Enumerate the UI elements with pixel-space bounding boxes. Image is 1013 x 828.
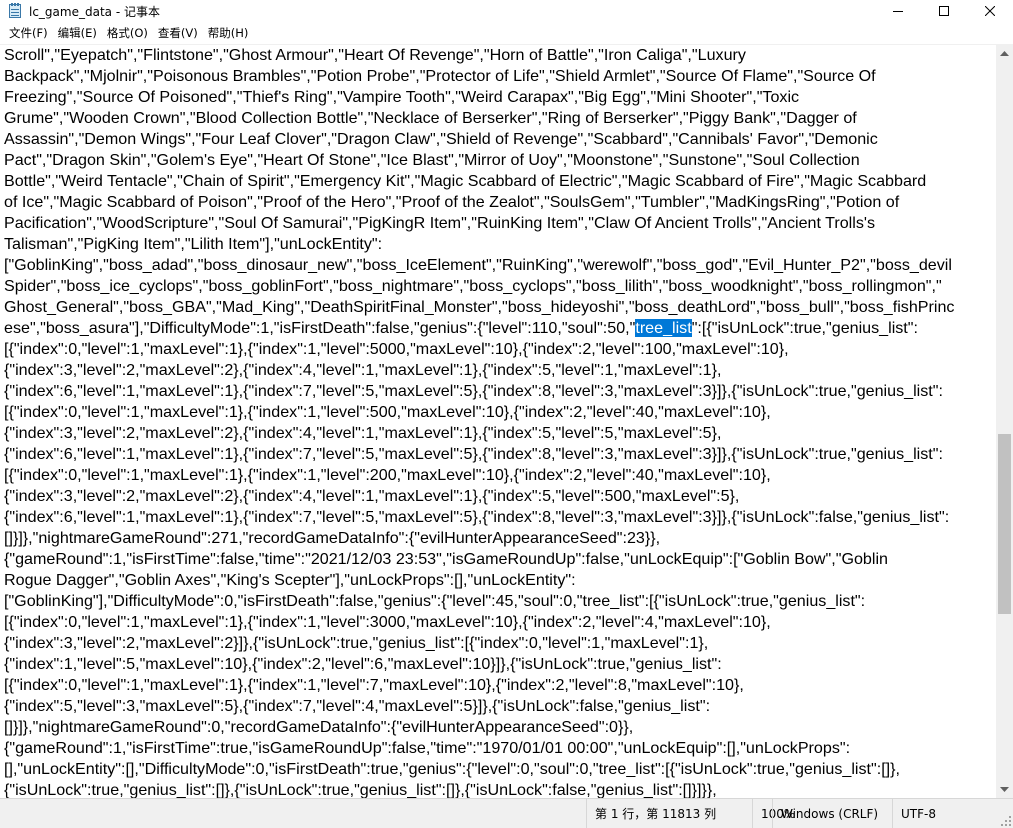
vertical-scrollbar[interactable]: [996, 45, 1013, 798]
scroll-down-icon: [1000, 786, 1009, 792]
text-line[interactable]: Assassin","Demon Wings","Four Leaf Clove…: [4, 129, 994, 150]
text-line[interactable]: [{"index":0,"level":1,"maxLevel":1},{"in…: [4, 675, 994, 696]
text-line[interactable]: Spider","boss_ice_cyclops","boss_goblinF…: [4, 276, 994, 297]
text-line[interactable]: Bottle","Weird Tentacle","Chain of Spiri…: [4, 171, 994, 192]
minimize-icon: [893, 11, 903, 12]
text-line[interactable]: [{"index":0,"level":1,"maxLevel":1},{"in…: [4, 402, 994, 423]
text-line[interactable]: {"index":3,"level":2,"maxLevel":2},{"ind…: [4, 486, 994, 507]
editor-text[interactable]: Scroll","Eyepatch","Flintstone","Ghost A…: [4, 45, 994, 798]
text-line[interactable]: ["GoblinKing","boss_adad","boss_dinosaur…: [4, 255, 994, 276]
menu-help[interactable]: 帮助(H): [203, 23, 254, 43]
text-line[interactable]: {"index":1,"level":5,"maxLevel":10},{"in…: [4, 654, 994, 675]
text-line[interactable]: {"index":3,"level":2,"maxLevel":2},{"ind…: [4, 360, 994, 381]
text-line[interactable]: Talisman","PigKing Item","Lilith Item"],…: [4, 234, 994, 255]
text-line[interactable]: [],"unLockEntity":[],"DifficultyMode":0,…: [4, 759, 994, 780]
status-bar: 第 1 行，第 11813 列 100% Windows (CRLF) UTF-…: [0, 798, 1013, 828]
text-line[interactable]: Pacification","WoodScripture","Soul Of S…: [4, 213, 994, 234]
text-line[interactable]: Freezing","Source Of Poisoned","Thief's …: [4, 87, 994, 108]
line-ending: Windows (CRLF): [772, 799, 892, 828]
text-line[interactable]: [{"index":0,"level":1,"maxLevel":1},{"in…: [4, 465, 994, 486]
title-bar[interactable]: lc_game_data - 记事本: [0, 0, 1013, 22]
text-line[interactable]: Ghost_General","boss_GBA","Mad_King","De…: [4, 297, 994, 318]
maximize-button[interactable]: [921, 0, 967, 22]
cursor-position: 第 1 行，第 11813 列: [586, 799, 752, 828]
text-line[interactable]: Grume","Wooden Crown","Blood Collection …: [4, 108, 994, 129]
maximize-icon: [939, 6, 949, 16]
menu-view[interactable]: 查看(V): [153, 23, 203, 43]
resize-grip-icon[interactable]: [999, 814, 1011, 826]
scroll-up-icon: [1000, 50, 1009, 56]
text-line[interactable]: Scroll","Eyepatch","Flintstone","Ghost A…: [4, 45, 994, 66]
text-line[interactable]: {"isUnLock":true,"genius_list":[]},{"isU…: [4, 780, 994, 798]
text-line[interactable]: [{"index":0,"level":1,"maxLevel":1},{"in…: [4, 612, 994, 633]
scroll-down-button[interactable]: [996, 781, 1013, 798]
text-line[interactable]: Rogue Dagger","Goblin Axes","King's Scep…: [4, 570, 994, 591]
text-line[interactable]: {"gameRound":1,"isFirstTime":false,"time…: [4, 549, 994, 570]
text-line[interactable]: []}]},"nightmareGameRound":271,"recordGa…: [4, 528, 994, 549]
window-title: lc_game_data - 记事本: [29, 4, 160, 19]
menu-file[interactable]: 文件(F): [4, 23, 53, 43]
text-line[interactable]: ese","boss_asura"],"DifficultyMode":1,"i…: [4, 318, 994, 339]
text-line[interactable]: []}]},"nightmareGameRound":0,"recordGame…: [4, 717, 994, 738]
scroll-up-button[interactable]: [996, 45, 1013, 62]
encoding: UTF-8: [892, 799, 996, 828]
close-button[interactable]: [967, 0, 1013, 22]
text-line[interactable]: [{"index":0,"level":1,"maxLevel":1},{"in…: [4, 339, 994, 360]
selected-text[interactable]: tree_list: [635, 319, 692, 337]
menu-format[interactable]: 格式(O): [102, 23, 153, 43]
text-line[interactable]: {"index":3,"level":2,"maxLevel":2},{"ind…: [4, 423, 994, 444]
text-line[interactable]: {"index":5,"level":3,"maxLevel":5},{"ind…: [4, 696, 994, 717]
minimize-button[interactable]: [875, 0, 921, 22]
menu-edit[interactable]: 编辑(E): [53, 23, 102, 43]
text-line[interactable]: of Ice","Magic Scabbard of Poison","Proo…: [4, 192, 994, 213]
text-line[interactable]: {"gameRound":1,"isFirstTime":true,"isGam…: [4, 738, 994, 759]
text-editor[interactable]: Scroll","Eyepatch","Flintstone","Ghost A…: [0, 45, 996, 798]
text-line[interactable]: {"index":3,"level":2,"maxLevel":2}]},{"i…: [4, 633, 994, 654]
menu-bar: 文件(F) 编辑(E) 格式(O) 查看(V) 帮助(H): [0, 22, 1013, 44]
text-line[interactable]: {"index":6,"level":1,"maxLevel":1},{"ind…: [4, 507, 994, 528]
text-line[interactable]: ["GoblinKing"],"DifficultyMode":0,"isFir…: [4, 591, 994, 612]
scrollbar-thumb[interactable]: [998, 434, 1011, 614]
text-line[interactable]: {"index":6,"level":1,"maxLevel":1},{"ind…: [4, 381, 994, 402]
notepad-icon: [7, 3, 23, 19]
text-line[interactable]: Backpack","Mjolnir","Poisonous Brambles"…: [4, 66, 994, 87]
close-icon: [985, 6, 995, 16]
text-line[interactable]: {"index":6,"level":1,"maxLevel":1},{"ind…: [4, 444, 994, 465]
text-line[interactable]: Pact","Dragon Skin","Golem's Eye","Heart…: [4, 150, 994, 171]
